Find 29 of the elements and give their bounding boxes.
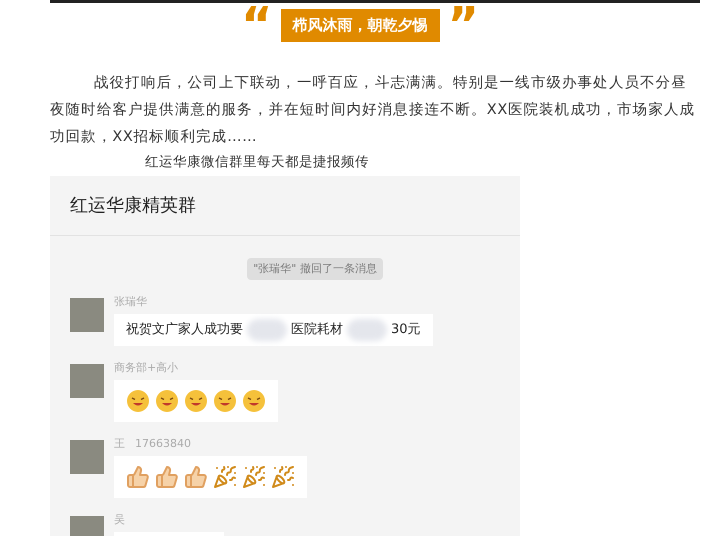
avatar-placeholder [70, 298, 104, 332]
thumbs-up-icon [126, 465, 150, 489]
banner-title: 栉风沐雨，朝乾夕惕 [280, 9, 440, 42]
message-text: 医院耗材 [291, 321, 343, 340]
party-popper-icon [242, 465, 266, 489]
sender-name: 17663840 [135, 436, 191, 452]
message-text: 祝贺文广家人成功要 [126, 321, 243, 340]
chat-title: 红运华康精英群 [70, 194, 196, 218]
avatar-placeholder [70, 364, 104, 398]
article-paragraph: 战役打响后，公司上下联动，一呼百应，斗志满满。特别是一线市级办事处人员不分昼夜随时给客户提供满意的服务，并在短时间内好消息接连不断。XX医院装机成功，市场家人成功回款，XX招标顺利完成…… [50, 74, 696, 146]
laughing-face-icon [242, 389, 266, 413]
thumbs-up-icon [155, 465, 179, 489]
party-popper-icon [213, 465, 237, 489]
laughing-face-icon [213, 389, 237, 413]
blurred-patch [347, 319, 387, 341]
blurred-patch [247, 319, 287, 341]
image-caption: 红运华康微信群里每天都是捷报频传 [145, 152, 369, 172]
sender-name: 王 [114, 436, 125, 452]
party-popper-icon [271, 465, 295, 489]
laughing-face-icon [184, 389, 208, 413]
avatar-placeholder [70, 440, 104, 474]
laughing-face-icon [155, 389, 179, 413]
sender-name: 张瑞华 [114, 294, 147, 310]
laughing-face-icon [126, 389, 150, 413]
sender-name: 商务部+高小 [114, 360, 178, 376]
system-notice: "张瑞华" 撤回了一条消息 [247, 258, 383, 280]
sender-name: 吴 [114, 512, 125, 528]
message-text: 30元 [391, 321, 421, 340]
thumbs-up-icon [184, 465, 208, 489]
